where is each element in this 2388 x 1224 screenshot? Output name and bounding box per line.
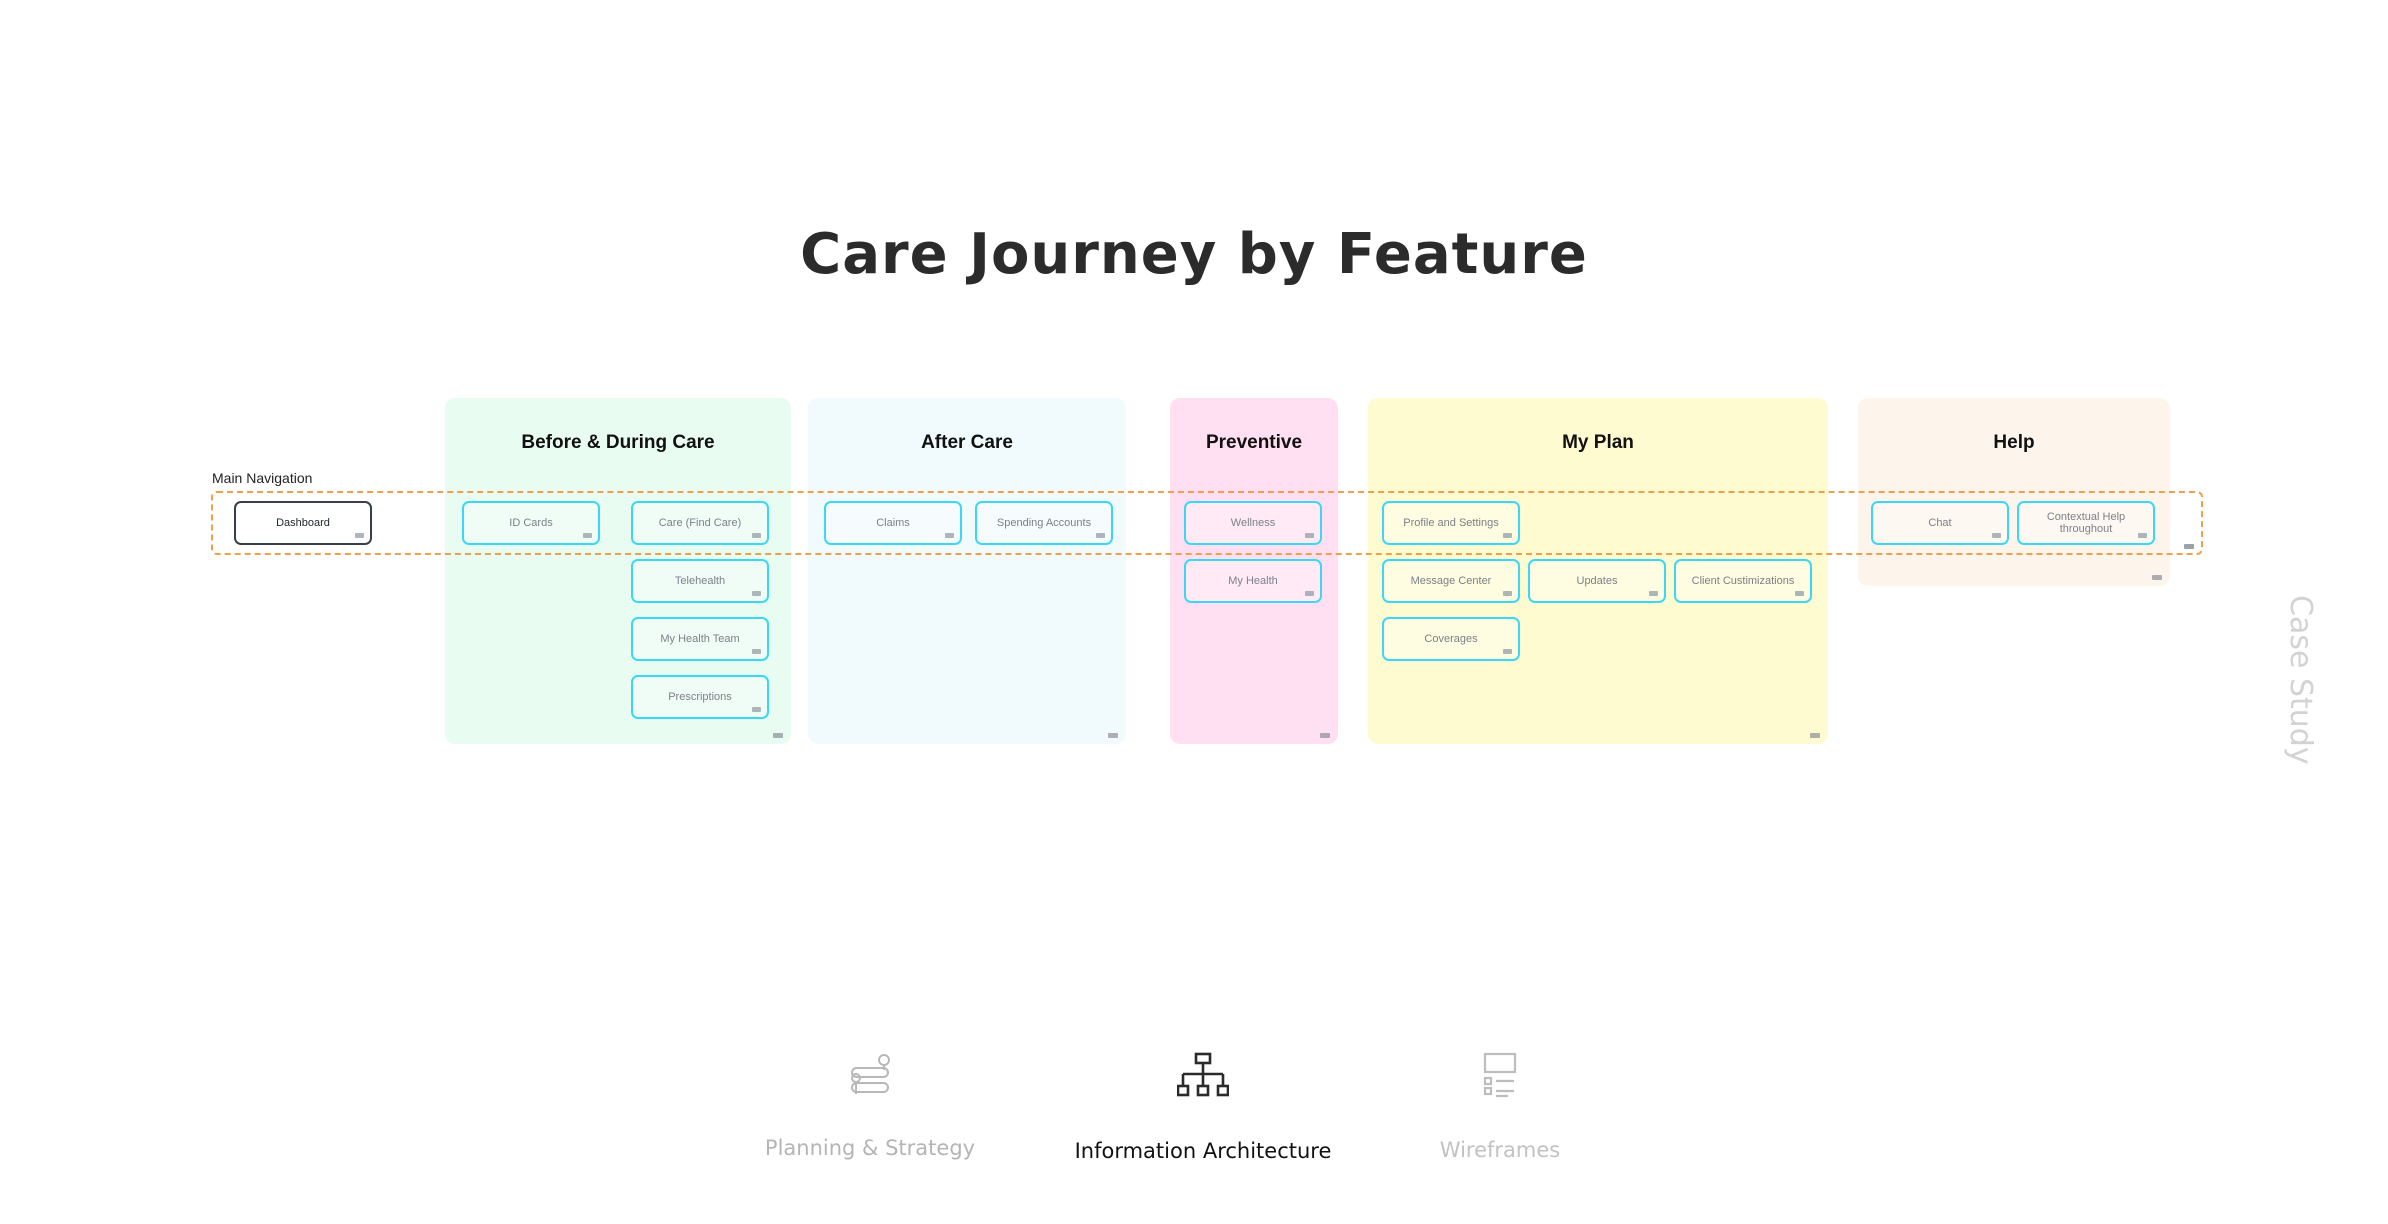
- box-tag-icon: [1305, 591, 1314, 596]
- card-tag-icon: [1320, 733, 1330, 738]
- box-label: Client Custimizations: [1691, 575, 1795, 587]
- feature-box-id-cards[interactable]: ID Cards: [462, 501, 600, 545]
- box-tag-icon: [1096, 533, 1105, 538]
- nav-label: Wireframes: [1439, 1138, 1561, 1162]
- route-map-icon: [851, 1054, 890, 1094]
- feature-box-contextual-help[interactable]: Contextual Help throughout: [2017, 501, 2155, 545]
- feature-box-updates[interactable]: Updates: [1528, 559, 1666, 603]
- box-tag-icon: [583, 533, 592, 538]
- card-title: After Care: [921, 432, 1013, 453]
- box-label: Spending Accounts: [996, 517, 1092, 529]
- box-label: Coverages: [1424, 633, 1478, 645]
- feature-box-spending-accounts[interactable]: Spending Accounts: [975, 501, 1113, 545]
- box-label: Message Center: [1410, 575, 1492, 587]
- feature-box-chat[interactable]: Chat: [1871, 501, 2009, 545]
- box-tag-icon: [1305, 533, 1314, 538]
- box-label: My Health: [1228, 575, 1278, 587]
- feature-box-claims[interactable]: Claims: [824, 501, 962, 545]
- feature-box-find-care[interactable]: Care (Find Care): [631, 501, 769, 545]
- box-tag-icon: [752, 707, 761, 712]
- case-study-label: Case Study: [2283, 595, 2318, 765]
- box-label: Chat: [1928, 517, 1952, 529]
- box-tag-icon: [355, 533, 364, 538]
- box-label: Contextual Help throughout: [2046, 511, 2126, 535]
- box-tag-icon: [752, 649, 761, 654]
- feature-box-message-center[interactable]: Message Center: [1382, 559, 1520, 603]
- wireframe-icon: [1483, 1052, 1517, 1098]
- main-navigation-label: Main Navigation: [212, 470, 313, 486]
- after-care-card: After Care: [808, 398, 1126, 744]
- feature-box-coverages[interactable]: Coverages: [1382, 617, 1520, 661]
- sitemap-icon: [1177, 1052, 1229, 1097]
- box-tag-icon: [1503, 533, 1512, 538]
- card-tag-icon: [1810, 733, 1820, 738]
- feature-box-prescriptions[interactable]: Prescriptions: [631, 675, 769, 719]
- box-tag-icon: [1992, 533, 2001, 538]
- box-label: Prescriptions: [668, 691, 732, 703]
- card-tag-icon: [1108, 733, 1118, 738]
- box-tag-icon: [1503, 591, 1512, 596]
- box-tag-icon: [1649, 591, 1658, 596]
- card-tag-icon: [773, 733, 783, 738]
- feature-box-my-health[interactable]: My Health: [1184, 559, 1322, 603]
- card-title: Help: [1993, 432, 2035, 453]
- nav-label: Planning & Strategy: [764, 1136, 976, 1160]
- card-tag-icon: [2152, 575, 2162, 580]
- feature-box-telehealth[interactable]: Telehealth: [631, 559, 769, 603]
- box-label: ID Cards: [509, 517, 553, 529]
- feature-box-profile-settings[interactable]: Profile and Settings: [1382, 501, 1520, 545]
- box-tag-icon: [2138, 533, 2147, 538]
- card-title: Before & During Care: [521, 432, 715, 453]
- feature-box-wellness[interactable]: Wellness: [1184, 501, 1322, 545]
- box-tag-icon: [1503, 649, 1512, 654]
- box-label: Care (Find Care): [658, 517, 742, 529]
- page-title: Care Journey by Feature: [800, 222, 1588, 287]
- box-label: Claims: [876, 517, 910, 529]
- feature-box-client-customizations[interactable]: Client Custimizations: [1674, 559, 1812, 603]
- card-title: My Plan: [1562, 432, 1634, 453]
- box-label: Profile and Settings: [1403, 517, 1499, 529]
- band-tag-icon: [2184, 544, 2194, 549]
- box-label: Wellness: [1230, 517, 1276, 529]
- dashboard-box[interactable]: Dashboard: [234, 501, 372, 545]
- box-tag-icon: [752, 533, 761, 538]
- box-tag-icon: [1795, 591, 1804, 596]
- box-label: Telehealth: [674, 575, 726, 587]
- box-label: Dashboard: [276, 517, 330, 529]
- card-title: Preventive: [1205, 432, 1303, 453]
- feature-box-my-health-team[interactable]: My Health Team: [631, 617, 769, 661]
- box-label: My Health Team: [660, 633, 740, 645]
- nav-label: Information Architecture: [1074, 1139, 1332, 1163]
- box-tag-icon: [945, 533, 954, 538]
- box-tag-icon: [752, 591, 761, 596]
- box-label: Updates: [1576, 575, 1618, 587]
